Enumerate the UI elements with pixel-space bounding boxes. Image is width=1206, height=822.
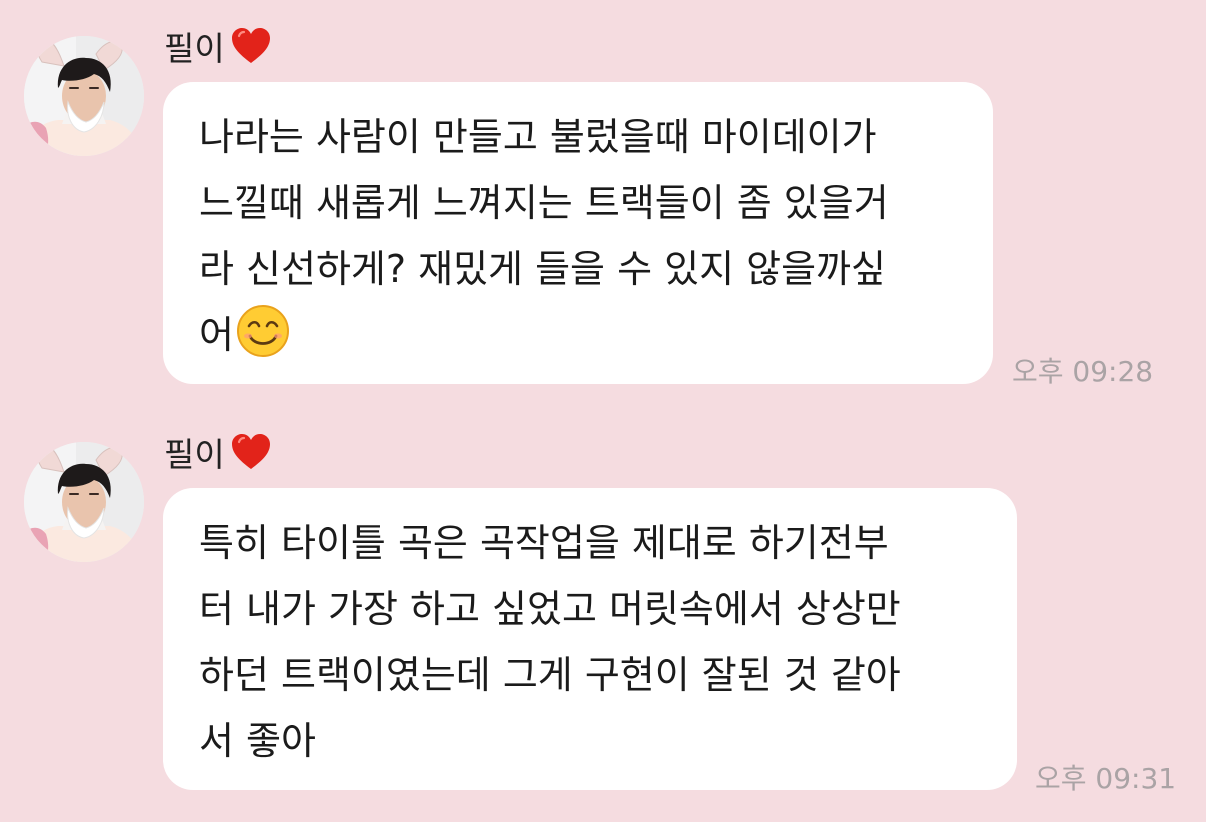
avatar[interactable] bbox=[24, 442, 144, 562]
chat-message: 필이 특히 타이틀 곡은 곡작업을 제대로 하기전부 터 내가 가장 하고 싶었… bbox=[0, 0, 1206, 822]
message-line: 특히 타이틀 곡은 곡작업을 제대로 하기전부 bbox=[199, 521, 889, 565]
avatar-photo bbox=[24, 442, 144, 562]
sender-name: 필이 bbox=[164, 430, 273, 474]
message-line: 하던 트랙이였는데 그게 구현이 잘된 것 같아 bbox=[199, 653, 901, 697]
message-timestamp: 오후 09:31 bbox=[1035, 762, 1177, 795]
sender-name-label: 필이 bbox=[164, 435, 225, 474]
message-line: 서 좋아 bbox=[199, 719, 316, 763]
red-heart-icon bbox=[229, 430, 273, 474]
chat-thread: 필이 나라는 사람이 만들고 불렀을때 마이데이가 느낄때 새롭게 느껴지는 트… bbox=[0, 0, 1206, 822]
message-bubble[interactable]: 특히 타이틀 곡은 곡작업을 제대로 하기전부 터 내가 가장 하고 싶었고 머… bbox=[163, 488, 1017, 790]
message-line: 터 내가 가장 하고 싶었고 머릿속에서 상상만 bbox=[199, 587, 901, 631]
